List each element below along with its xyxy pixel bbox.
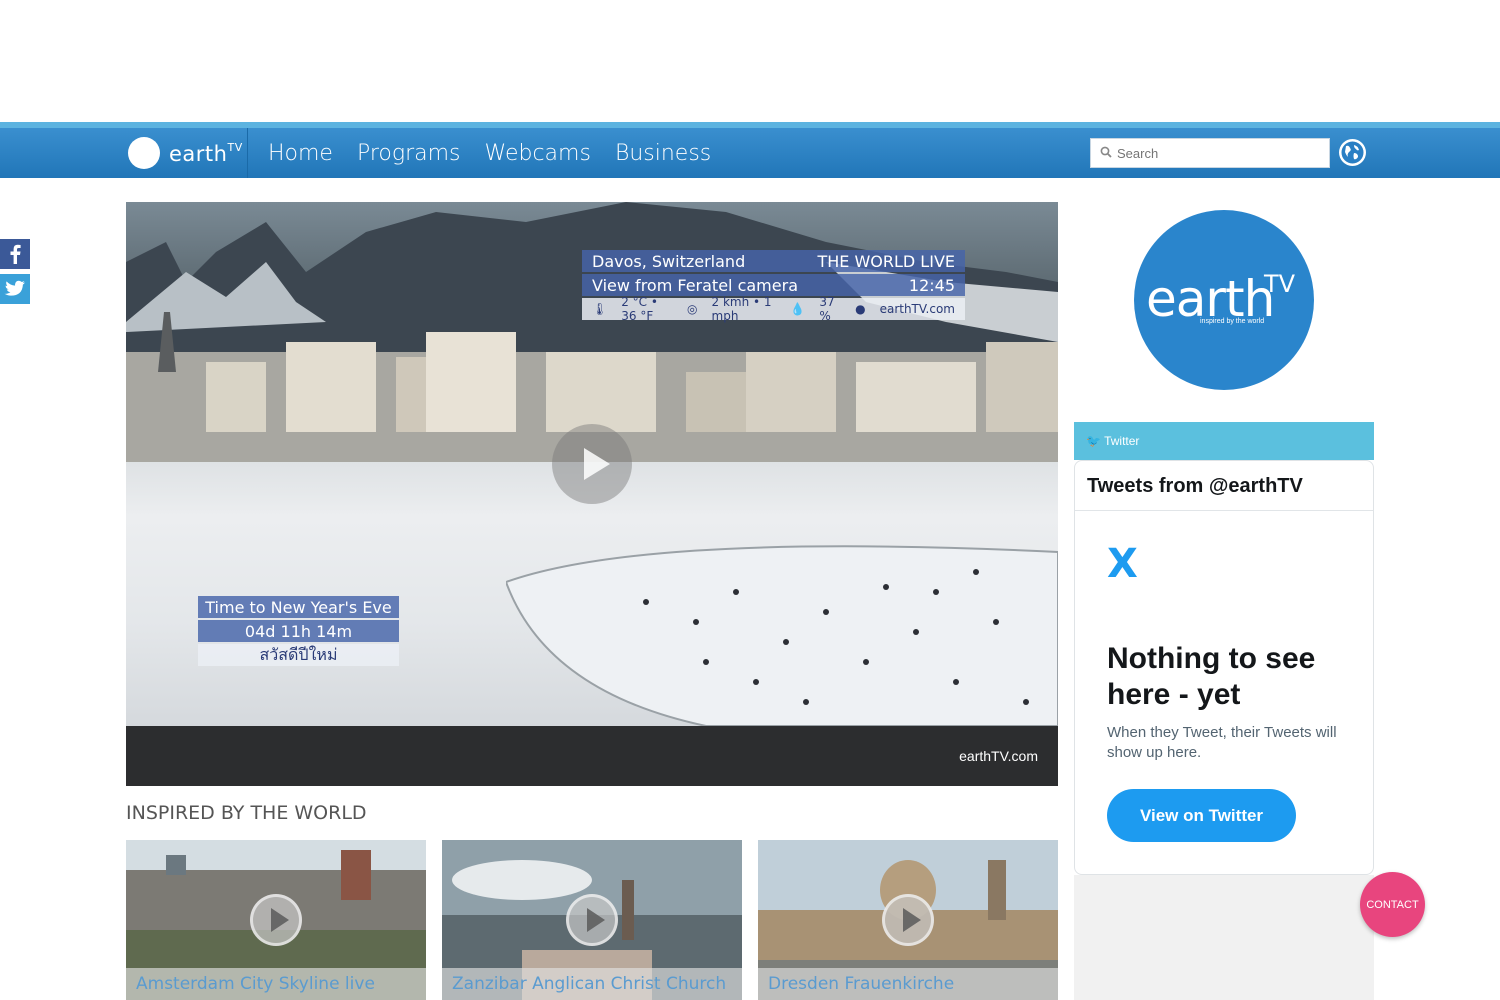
video-frame: Davos, Switzerland THE WORLD LIVE View f… <box>126 202 1058 726</box>
overlay-row-camera: View from Feratel camera 12:45 <box>582 274 965 296</box>
overlay-wind: 2 kmh • 1 mph <box>711 295 772 323</box>
nav-link-home[interactable]: Home <box>268 141 333 166</box>
brand-circle-icon <box>128 137 160 169</box>
earth-dot-icon: ● <box>855 302 866 316</box>
thumb-caption[interactable]: Zanzibar Anglican Christ Church <box>442 968 742 1000</box>
ice-rink <box>506 545 1058 726</box>
webcam-thumb-amsterdam[interactable]: Amsterdam City Skyline live <box>126 840 426 1000</box>
countdown-greeting: สวัสดีปีใหม่ <box>198 644 399 666</box>
countdown-value: 04d 11h 14m <box>198 620 399 642</box>
webcam-thumb-zanzibar[interactable]: Zanzibar Anglican Christ Church <box>442 840 742 1000</box>
wind-icon: ◎ <box>687 302 698 316</box>
thumb-play-button[interactable] <box>882 894 934 946</box>
overlay-humidity: 37 % <box>819 295 835 323</box>
twitter-widget-header: 🐦 Twitter <box>1074 422 1374 460</box>
player-brand[interactable]: earthTV.com <box>959 748 1038 764</box>
nav-link-business[interactable]: Business <box>615 141 711 166</box>
countdown-label: Time to New Year's Eve <box>198 596 399 618</box>
twitter-card-header[interactable]: Tweets from @earthTV <box>1075 461 1373 511</box>
video-player[interactable]: Davos, Switzerland THE WORLD LIVE View f… <box>126 202 1058 786</box>
humidity-icon: 💧 <box>790 302 806 316</box>
overlay-row-weather: 🌡 2 °C • 36 °F ◎ 2 kmh • 1 mph 💧 37 % ● … <box>582 295 965 323</box>
thumb-caption[interactable]: Amsterdam City Skyline live <box>126 968 426 1000</box>
nav-link-webcams[interactable]: Webcams <box>485 141 591 166</box>
twitter-timeline: Tweets from @earthTV X Nothing to see he… <box>1074 460 1374 875</box>
player-control-bar: earthTV.com <box>126 726 1058 786</box>
play-button[interactable] <box>552 424 632 504</box>
thermometer-icon: 🌡 <box>592 302 608 316</box>
weather-overlay: Davos, Switzerland THE WORLD LIVE View f… <box>582 250 965 323</box>
overlay-channel: THE WORLD LIVE <box>817 251 955 271</box>
twitter-label: Twitter <box>1104 434 1140 448</box>
twitter-small-icon: 🐦 <box>1086 434 1101 448</box>
contact-button[interactable]: CONTACT <box>1360 872 1425 937</box>
search-box <box>1090 138 1330 168</box>
twitter-share-button[interactable] <box>0 274 30 304</box>
sidebar-filler <box>1074 875 1374 1000</box>
x-logo-icon: X <box>1107 541 1138 587</box>
overlay-temperature: 2 °C • 36 °F <box>621 295 658 323</box>
language-globe-button[interactable] <box>1339 139 1366 166</box>
nav-links: Home Programs Webcams Business <box>268 128 735 178</box>
twitter-empty-subtitle: When they Tweet, their Tweets will show … <box>1107 724 1337 761</box>
search-input[interactable] <box>1117 145 1317 161</box>
thumb-play-button[interactable] <box>250 894 302 946</box>
overlay-location: Davos, Switzerland <box>592 251 746 271</box>
earthtv-logo[interactable]: earth TV inspired by the world <box>1134 210 1314 390</box>
ad-space <box>0 0 1500 122</box>
overlay-site: earthTV.com <box>879 302 955 316</box>
search-icon <box>1095 146 1117 161</box>
logo-tv-text: TV <box>1264 270 1296 298</box>
thumb-caption[interactable]: Dresden Frauenkirche <box>758 968 1058 1000</box>
overlay-time: 12:45 <box>908 275 955 295</box>
logo-tagline: inspired by the world <box>1200 318 1265 325</box>
overlay-row-location: Davos, Switzerland THE WORLD LIVE <box>582 250 965 272</box>
nav-link-programs[interactable]: Programs <box>357 141 461 166</box>
twitter-bird-icon <box>4 280 25 296</box>
new-year-countdown: Time to New Year's Eve 04d 11h 14m สวัสด… <box>198 596 399 668</box>
brand-text: earthTV <box>169 140 243 166</box>
facebook-icon <box>10 244 21 264</box>
brand-logo[interactable]: earthTV <box>126 128 248 178</box>
webcam-thumb-dresden[interactable]: Dresden Frauenkirche <box>758 840 1058 1000</box>
twitter-empty-title: Nothing to see here - yet <box>1107 642 1316 711</box>
overlay-camera: View from Feratel camera <box>592 275 798 295</box>
section-title: INSPIRED BY THE WORLD <box>126 802 367 824</box>
thumb-play-button[interactable] <box>566 894 618 946</box>
globe-icon <box>1341 141 1364 164</box>
view-on-twitter-button[interactable]: View on Twitter <box>1107 789 1296 842</box>
facebook-share-button[interactable] <box>0 239 30 269</box>
navbar: earthTV Home Programs Webcams Business <box>0 122 1500 178</box>
